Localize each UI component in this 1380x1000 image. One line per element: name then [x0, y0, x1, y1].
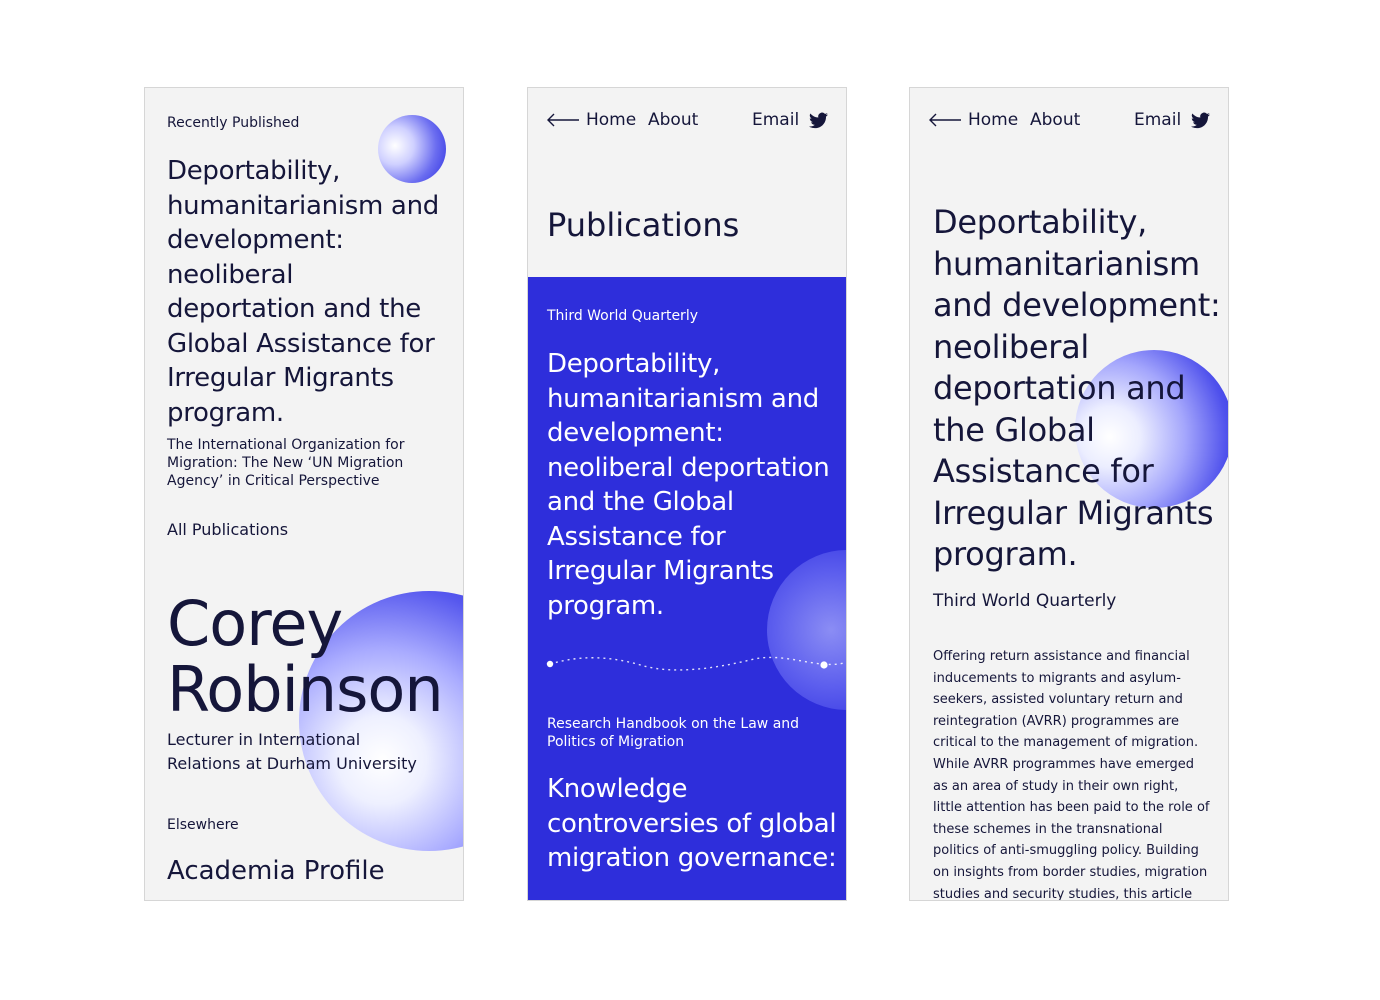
article-title: Deportability, humanitarianism and devel… [933, 203, 1221, 573]
publication-title-link[interactable]: Knowledge controversies of global migrat… [547, 772, 837, 876]
publications-list: Third World Quarterly Deportability, hum… [528, 277, 846, 900]
author-name: Corey Robinson [167, 587, 444, 726]
nav-about-link[interactable]: About [648, 110, 698, 130]
twitter-icon[interactable] [809, 112, 828, 129]
recently-published-label: Recently Published [167, 115, 300, 131]
top-nav: Home About Email [546, 110, 830, 132]
article-journal: Third World Quarterly [933, 591, 1117, 611]
all-publications-link[interactable]: All Publications [167, 520, 288, 539]
nav-about-link[interactable]: About [1030, 110, 1080, 130]
elsewhere-label: Elsewhere [167, 817, 239, 833]
publication-journal: Research Handbook on the Law and Politic… [547, 716, 800, 750]
profile-screen: Recently Published Deportability, humani… [144, 87, 464, 901]
twitter-icon[interactable] [1191, 112, 1210, 129]
arrow-left-icon[interactable] [546, 113, 580, 127]
featured-publication-link[interactable]: Deportability, humanitarianism and devel… [167, 154, 447, 430]
second-publication-link[interactable]: The International Organization for Migra… [167, 436, 427, 490]
academia-profile-link[interactable]: Academia Profile [167, 856, 385, 886]
dotted-wave-divider [546, 656, 846, 671]
publications-screen: Home About Email Publications Third Worl… [527, 87, 847, 901]
page-title: Publications [547, 206, 740, 244]
top-nav: Home About Email [928, 110, 1212, 132]
author-role: Lecturer in International Relations at D… [167, 730, 417, 773]
nav-home-link[interactable]: Home [586, 110, 636, 130]
publication-journal: Third World Quarterly [547, 308, 698, 324]
nav-email-link[interactable]: Email [1134, 110, 1181, 130]
arrow-left-icon[interactable] [928, 113, 962, 127]
article-screen: Home About Email Deportability, humanita… [909, 87, 1229, 901]
article-abstract: Offering return assistance and financial… [933, 649, 1210, 901]
nav-home-link[interactable]: Home [968, 110, 1018, 130]
nav-email-link[interactable]: Email [752, 110, 799, 130]
